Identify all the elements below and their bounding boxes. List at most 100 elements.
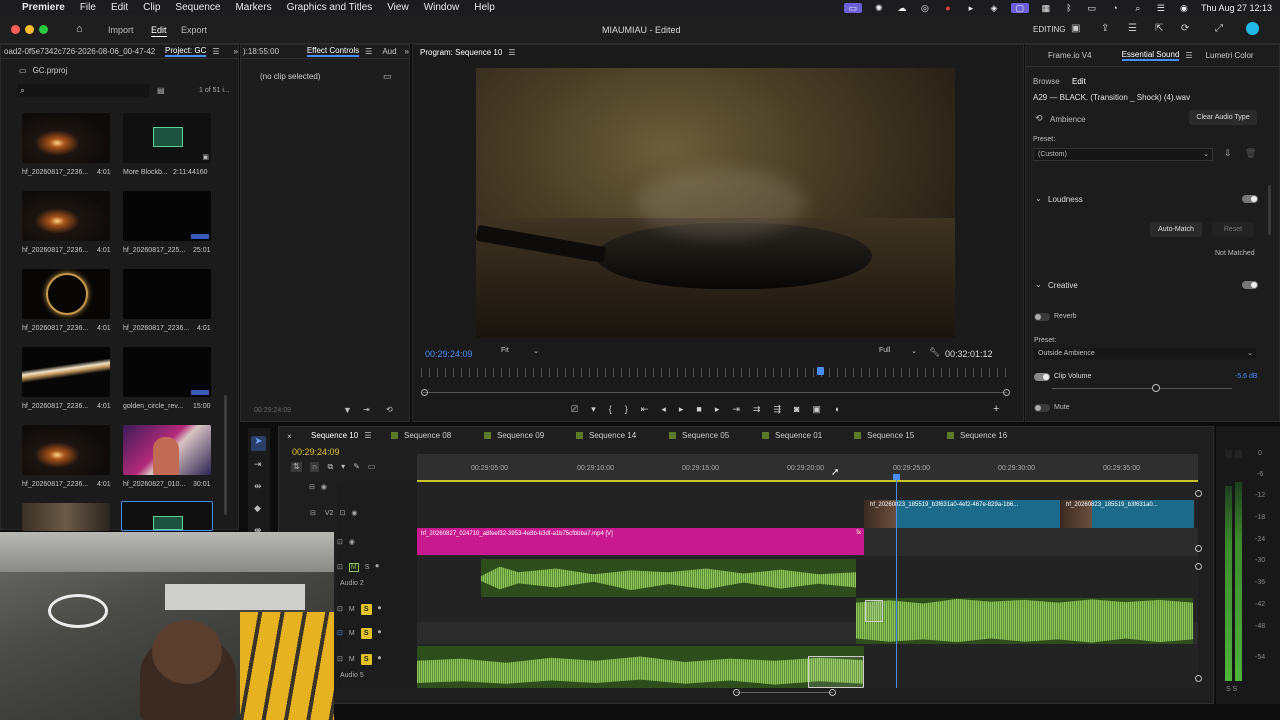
thumbnail-7[interactable] — [22, 347, 110, 397]
home-icon[interactable]: ⌂ — [76, 23, 83, 35]
thumbnail-1[interactable] — [22, 113, 110, 163]
nav-import[interactable]: Import — [108, 25, 134, 35]
tab-sequence-08[interactable]: Sequence 08 — [391, 431, 451, 440]
toggle-output-icon[interactable]: ⊡ — [337, 605, 343, 613]
selection-tool-icon[interactable]: ➤ — [251, 436, 266, 451]
lock-icon[interactable]: ⊟ — [310, 509, 316, 517]
sync-icon[interactable]: ◎ — [919, 3, 931, 13]
thumbnail-6[interactable] — [123, 269, 211, 319]
thumbnail-11[interactable] — [22, 503, 110, 531]
video-frame[interactable] — [476, 68, 955, 338]
lock-icon[interactable]: ⊟ — [309, 483, 315, 491]
toggle-output-icon[interactable]: ⊡ — [337, 629, 343, 637]
more-panels-icon[interactable]: » — [234, 47, 238, 56]
menu-file[interactable]: File — [80, 2, 96, 13]
mute-button[interactable]: M — [349, 656, 355, 663]
app-menu[interactable]: Premiere — [22, 2, 65, 13]
menu-markers[interactable]: Markers — [235, 2, 271, 13]
screen-share-icon[interactable]: ▭ — [843, 2, 862, 13]
play-icon[interactable]: ▸ — [679, 404, 684, 415]
menu-sequence[interactable]: Sequence — [175, 2, 220, 13]
overwrite-icon[interactable]: ⇶ — [773, 404, 781, 415]
speaker-icon[interactable]: ◖ — [834, 404, 839, 415]
mark-in-icon[interactable]: { — [609, 404, 612, 415]
scroll-handle[interactable] — [1195, 490, 1202, 497]
tab-lumetri[interactable]: Lumetri Color — [1206, 51, 1254, 60]
transition-icon[interactable] — [808, 656, 864, 688]
ripple-edit-icon[interactable]: ⇹ — [254, 481, 262, 492]
panel-menu-icon[interactable]: ☰ — [1185, 51, 1192, 60]
search-input[interactable]: ⌕ — [17, 84, 149, 97]
thumbnail-8[interactable] — [123, 347, 211, 397]
nest-icon[interactable]: ⇅ — [291, 462, 302, 472]
wifi-icon[interactable]: ◔ — [1109, 3, 1121, 13]
eye-icon[interactable]: ◉ — [349, 538, 355, 546]
scroll-handle[interactable] — [1195, 545, 1202, 552]
quick-export-icon[interactable]: ⇱ — [1155, 23, 1163, 34]
tab-sequence-01[interactable]: Sequence 01 — [762, 431, 822, 440]
battery-icon[interactable]: ▭ — [1086, 3, 1098, 13]
toggle-output-icon[interactable]: ⊡ — [339, 509, 345, 517]
delete-preset-icon[interactable]: 🗑︎ — [1245, 148, 1256, 159]
tab-project[interactable]: Project: GC — [165, 46, 207, 57]
window-icon[interactable]: ▢ — [1010, 2, 1029, 13]
mark-out-icon[interactable]: } — [625, 404, 628, 415]
thumbnail-9[interactable] — [22, 425, 110, 475]
panel-menu-icon[interactable]: ☰ — [365, 47, 372, 56]
solo-button[interactable]: S — [360, 653, 372, 665]
snap-icon[interactable]: ∩ — [309, 462, 320, 472]
nav-export[interactable]: Export — [181, 25, 207, 35]
nav-edit[interactable]: Edit — [151, 25, 167, 37]
zoom-handle-left[interactable] — [421, 389, 428, 396]
solo-button[interactable]: S — [360, 603, 372, 615]
clip-volume-slider[interactable] — [1052, 384, 1232, 392]
oz-icon[interactable]: ▦ — [1040, 3, 1052, 13]
creative-chevron-icon[interactable]: ⌄ — [1035, 280, 1042, 289]
control-center-icon[interactable]: ☰ — [1155, 3, 1167, 13]
zoom-handle-right[interactable] — [1003, 389, 1010, 396]
thumbnail-3[interactable] — [22, 191, 110, 241]
mute-toggle[interactable] — [1034, 404, 1050, 412]
tab-essential-sound[interactable]: Essential Sound — [1121, 50, 1180, 61]
tab-effect-controls[interactable]: Effect Controls — [306, 46, 360, 57]
go-to-in-icon[interactable]: ⇤ — [641, 404, 649, 415]
reverb-preset-select[interactable]: Outside Ambience ⌄ — [1034, 348, 1256, 359]
siri-icon[interactable]: ◉ — [1178, 3, 1190, 13]
save-preset-icon[interactable]: ⇩ — [1224, 148, 1232, 159]
eye-icon[interactable]: ◉ — [321, 483, 327, 491]
thumbnail-5[interactable] — [22, 269, 110, 319]
settings-icon[interactable]: ✎ — [353, 462, 360, 472]
loudness-toggle[interactable] — [1242, 195, 1258, 203]
loudness-chevron-icon[interactable]: ⌄ — [1035, 194, 1042, 203]
creative-toggle[interactable] — [1242, 281, 1258, 289]
audio-clip-a5[interactable] — [417, 646, 864, 688]
close-window-button[interactable] — [11, 25, 20, 34]
filter-icon[interactable]: ▼ — [343, 405, 352, 415]
auto-match-button[interactable]: Auto-Match — [1150, 222, 1202, 237]
panel-menu-icon[interactable]: ☰ — [364, 431, 371, 440]
program-timecode[interactable]: 00:29:24:09 — [425, 349, 473, 359]
thumbnail-10[interactable] — [123, 425, 211, 475]
tab-frameio[interactable]: Frame.io V4 — [1048, 51, 1092, 60]
menu-clip[interactable]: Clip — [143, 2, 160, 13]
captions-icon[interactable]: ▭ — [368, 462, 376, 472]
zoom-window-button[interactable] — [39, 25, 48, 34]
fit-select[interactable]: Fit ⌄ — [501, 347, 541, 358]
zoom-bar[interactable] — [423, 392, 1007, 393]
thumbnail-2[interactable]: ▣ — [123, 113, 211, 163]
tab-browse[interactable]: Browse — [1033, 77, 1060, 86]
video-clip-v2[interactable]: hf_20260823_185519_b3f631a0-4ef2-467e-82… — [864, 500, 1194, 528]
reset-icon[interactable]: ⟲ — [386, 405, 393, 414]
mic-icon[interactable]: ⏺ — [378, 605, 382, 613]
toggle-timeline-icon[interactable]: ▭ — [383, 71, 392, 82]
close-sequence-icon[interactable]: × — [287, 432, 292, 441]
menu-window[interactable]: Window — [424, 2, 460, 13]
menu-view[interactable]: View — [387, 2, 409, 13]
clip-volume-toggle[interactable] — [1034, 373, 1050, 381]
tab-sequence-05[interactable]: Sequence 05 — [669, 431, 729, 440]
wrench-icon[interactable]: 🔧︎ — [929, 347, 940, 358]
reset-button[interactable]: Reset — [1212, 222, 1254, 237]
bluetooth-icon[interactable]: ᛒ — [1063, 3, 1075, 13]
marker-icon[interactable]: ▾ — [591, 404, 596, 415]
preset-select[interactable]: (Custom) ⌄ — [1033, 148, 1213, 161]
